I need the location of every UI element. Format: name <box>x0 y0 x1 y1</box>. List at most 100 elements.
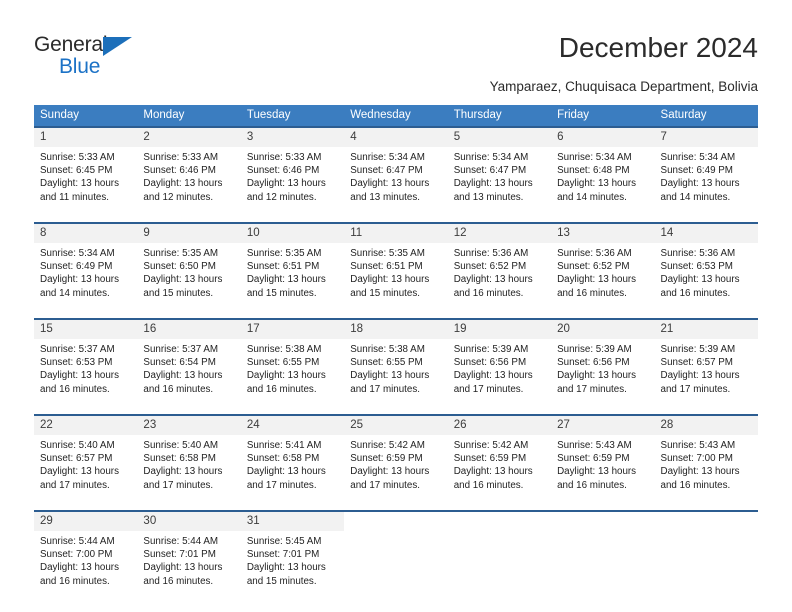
calendar-day-cell[interactable]: 8 Sunrise: 5:34 AM Sunset: 6:49 PM Daylight… <box>34 222 138 312</box>
weekday-header-monday: Monday <box>137 105 241 127</box>
calendar-day-cell[interactable]: 29 Sunrise: 5:44 AM Sunset: 7:00 PM Dayligh… <box>34 510 138 600</box>
calendar-day-cell[interactable]: 12 Sunrise: 5:36 AM Sunset: 6:52 PM Dayligh… <box>447 222 552 312</box>
daylight-text-line2: and 15 minutes. <box>143 287 214 299</box>
calendar-day-cell[interactable]: 5 Sunrise: 5:34 AM Sunset: 6:47 PM Daylight… <box>447 126 552 216</box>
day-cell-inner: 1 Sunrise: 5:33 AM Sunset: 6:45 PM Daylight… <box>34 128 138 216</box>
day-number: 26 <box>447 416 552 435</box>
calendar-day-cell[interactable]: 3 Sunrise: 5:33 AM Sunset: 6:46 PM Daylight… <box>240 126 345 216</box>
calendar-day-cell[interactable]: 19 Sunrise: 5:39 AM Sunset: 6:56 PM Dayligh… <box>447 318 552 408</box>
weekday-header-friday: Friday <box>551 105 655 127</box>
calendar-day-cell[interactable]: 11 Sunrise: 5:35 AM Sunset: 6:51 PM Dayligh… <box>344 222 448 312</box>
calendar-day-cell[interactable]: 9 Sunrise: 5:35 AM Sunset: 6:50 PM Daylight… <box>137 222 241 312</box>
daylight-text-line2: and 17 minutes. <box>453 383 524 395</box>
calendar-day-cell[interactable]: 4 Sunrise: 5:34 AM Sunset: 6:47 PM Daylight… <box>344 126 448 216</box>
day-cell-inner: 30 Sunrise: 5:44 AM Sunset: 7:01 PM Dayligh… <box>137 512 241 600</box>
day-number: 13 <box>551 224 655 243</box>
calendar-day-cell[interactable]: 20 Sunrise: 5:39 AM Sunset: 6:56 PM Dayligh… <box>551 318 655 408</box>
page-subtitle: Yamparaez, Chuquisaca Department, Bolivi… <box>489 79 758 94</box>
sunrise-text: Sunrise: 5:33 AM <box>40 152 115 163</box>
sunset-text: Sunset: 6:59 PM <box>557 453 630 465</box>
day-number: 14 <box>654 224 758 243</box>
sunset-text: Sunset: 6:53 PM <box>660 261 733 273</box>
day-info: Sunrise: 5:42 AM Sunset: 6:59 PM Daylight:… <box>344 435 447 492</box>
daylight-text-line1: Daylight: 13 hours <box>557 178 637 190</box>
daylight-text-line1: Daylight: 13 hours <box>143 466 223 478</box>
daylight-text-line1: Daylight: 13 hours <box>143 274 223 286</box>
calendar-day-cell[interactable]: 27 Sunrise: 5:43 AM Sunset: 6:59 PM Dayligh… <box>551 414 655 504</box>
sunrise-text: Sunrise: 5:39 AM <box>660 344 736 355</box>
day-cell-inner: 22 Sunrise: 5:40 AM Sunset: 6:57 PM Dayligh… <box>34 416 138 504</box>
day-number: 20 <box>551 320 655 339</box>
calendar-day-cell[interactable]: 13 Sunrise: 5:36 AM Sunset: 6:52 PM Dayligh… <box>551 222 655 312</box>
day-cell-inner: 16 Sunrise: 5:37 AM Sunset: 6:54 PM Dayligh… <box>137 320 241 408</box>
calendar-day-cell[interactable]: 28 Sunrise: 5:43 AM Sunset: 7:00 PM Dayligh… <box>654 414 758 504</box>
day-cell-inner: 15 Sunrise: 5:37 AM Sunset: 6:53 PM Dayligh… <box>34 320 138 408</box>
daylight-text-line1: Daylight: 13 hours <box>453 370 533 382</box>
daylight-text-line2: and 14 minutes. <box>557 191 627 203</box>
day-info: Sunrise: 5:33 AM Sunset: 6:46 PM Daylight:… <box>241 147 344 204</box>
daylight-text-line1: Daylight: 13 hours <box>40 178 119 190</box>
daylight-text-line1: Daylight: 13 hours <box>557 370 637 382</box>
sunrise-text: Sunrise: 5:42 AM <box>453 440 529 451</box>
sunrise-text: Sunrise: 5:43 AM <box>557 440 632 451</box>
calendar-day-cell[interactable]: 26 Sunrise: 5:42 AM Sunset: 6:59 PM Dayligh… <box>447 414 552 504</box>
weekday-header-saturday: Saturday <box>654 105 758 127</box>
sunset-text: Sunset: 6:51 PM <box>246 261 320 273</box>
sunset-text: Sunset: 7:00 PM <box>660 453 733 465</box>
day-info: Sunrise: 5:34 AM Sunset: 6:47 PM Daylight:… <box>448 147 551 204</box>
calendar-day-cell[interactable]: 2 Sunrise: 5:33 AM Sunset: 6:46 PM Daylight… <box>137 126 241 216</box>
sunrise-text: Sunrise: 5:38 AM <box>246 344 322 355</box>
general-blue-logo[interactable]: General Blue <box>34 33 164 83</box>
logo-text-general: General <box>34 33 108 56</box>
day-info: Sunrise: 5:35 AM Sunset: 6:50 PM Daylight:… <box>137 243 240 300</box>
day-info: Sunrise: 5:36 AM Sunset: 6:52 PM Daylight:… <box>448 243 551 300</box>
day-info: Sunrise: 5:34 AM Sunset: 6:49 PM Daylight:… <box>34 243 137 300</box>
daylight-text-line2: and 16 minutes. <box>453 479 524 491</box>
calendar-day-cell[interactable]: 10 Sunrise: 5:35 AM Sunset: 6:51 PM Dayligh… <box>240 222 345 312</box>
daylight-text-line2: and 17 minutes. <box>350 479 420 491</box>
calendar-day-cell[interactable]: 24 Sunrise: 5:41 AM Sunset: 6:58 PM Dayligh… <box>240 414 345 504</box>
calendar-day-cell[interactable]: 7 Sunrise: 5:34 AM Sunset: 6:49 PM Daylight… <box>654 126 758 216</box>
day-cell-inner: 4 Sunrise: 5:34 AM Sunset: 6:47 PM Daylight… <box>344 128 448 216</box>
calendar-day-cell[interactable]: 15 Sunrise: 5:37 AM Sunset: 6:53 PM Dayligh… <box>34 318 138 408</box>
daylight-text-line1: Daylight: 13 hours <box>350 466 430 478</box>
calendar-week-row: 8 Sunrise: 5:34 AM Sunset: 6:49 PM Daylight… <box>34 222 758 312</box>
calendar-day-cell[interactable]: 18 Sunrise: 5:38 AM Sunset: 6:55 PM Dayligh… <box>344 318 448 408</box>
calendar-day-cell[interactable]: 21 Sunrise: 5:39 AM Sunset: 6:57 PM Dayligh… <box>654 318 758 408</box>
week-spacer <box>34 216 758 223</box>
calendar-day-cell[interactable]: 30 Sunrise: 5:44 AM Sunset: 7:01 PM Dayligh… <box>137 510 241 600</box>
day-cell-inner <box>654 512 758 600</box>
daylight-text-line2: and 13 minutes. <box>453 191 524 203</box>
day-number <box>654 512 758 531</box>
calendar-day-cell[interactable]: 31 Sunrise: 5:45 AM Sunset: 7:01 PM Dayligh… <box>240 510 345 600</box>
day-number: 28 <box>654 416 758 435</box>
calendar-day-cell[interactable]: 22 Sunrise: 5:40 AM Sunset: 6:57 PM Dayligh… <box>34 414 138 504</box>
day-info: Sunrise: 5:43 AM Sunset: 6:59 PM Daylight:… <box>551 435 654 492</box>
daylight-text-line2: and 16 minutes. <box>40 383 110 395</box>
daylight-text-line2: and 15 minutes. <box>246 287 317 299</box>
sunset-text: Sunset: 6:53 PM <box>40 357 113 369</box>
week-spacer-cell <box>34 216 758 223</box>
calendar-day-cell[interactable]: 17 Sunrise: 5:38 AM Sunset: 6:55 PM Dayligh… <box>240 318 345 408</box>
day-cell-inner: 27 Sunrise: 5:43 AM Sunset: 6:59 PM Dayligh… <box>551 416 655 504</box>
day-number: 10 <box>240 224 345 243</box>
daylight-text-line2: and 16 minutes. <box>453 287 524 299</box>
day-cell-inner: 7 Sunrise: 5:34 AM Sunset: 6:49 PM Daylight… <box>654 128 758 216</box>
day-info: Sunrise: 5:33 AM Sunset: 6:45 PM Daylight:… <box>34 147 137 204</box>
day-cell-inner: 21 Sunrise: 5:39 AM Sunset: 6:57 PM Dayligh… <box>654 320 758 408</box>
sunrise-text: Sunrise: 5:44 AM <box>143 536 219 547</box>
daylight-text-line1: Daylight: 13 hours <box>350 178 430 190</box>
day-cell-inner: 20 Sunrise: 5:39 AM Sunset: 6:56 PM Dayligh… <box>551 320 655 408</box>
day-cell-inner: 18 Sunrise: 5:38 AM Sunset: 6:55 PM Dayligh… <box>344 320 448 408</box>
daylight-text-line1: Daylight: 13 hours <box>246 178 326 190</box>
calendar-day-cell[interactable]: 23 Sunrise: 5:40 AM Sunset: 6:58 PM Dayligh… <box>137 414 241 504</box>
calendar-day-cell[interactable]: 16 Sunrise: 5:37 AM Sunset: 6:54 PM Dayligh… <box>137 318 241 408</box>
calendar-day-cell[interactable]: 1 Sunrise: 5:33 AM Sunset: 6:45 PM Daylight… <box>34 126 138 216</box>
sunrise-text: Sunrise: 5:35 AM <box>143 248 219 259</box>
calendar-week-row: 29 Sunrise: 5:44 AM Sunset: 7:00 PM Dayligh… <box>34 510 758 600</box>
calendar-day-cell[interactable]: 25 Sunrise: 5:42 AM Sunset: 6:59 PM Dayligh… <box>344 414 448 504</box>
week-spacer-cell <box>34 504 758 511</box>
calendar-day-cell[interactable]: 6 Sunrise: 5:34 AM Sunset: 6:48 PM Daylight… <box>551 126 655 216</box>
calendar-day-cell[interactable]: 14 Sunrise: 5:36 AM Sunset: 6:53 PM Dayligh… <box>654 222 758 312</box>
daylight-text-line2: and 12 minutes. <box>143 191 214 203</box>
